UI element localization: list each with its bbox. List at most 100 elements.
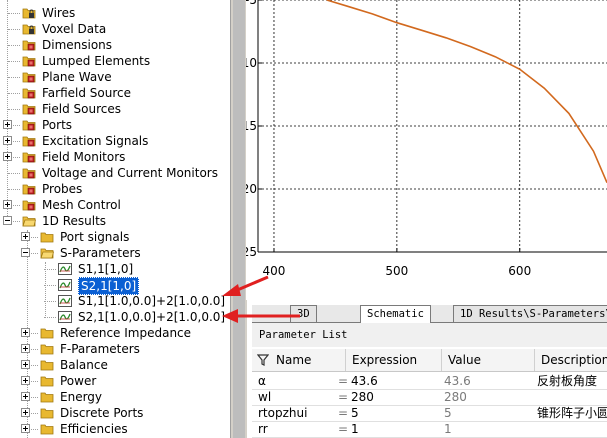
tree-item[interactable]: S-Parameters xyxy=(0,245,230,261)
tree-item-label: 1D Results xyxy=(42,214,107,228)
tree-connector xyxy=(8,173,20,174)
tree-connector xyxy=(8,109,20,110)
tree-item[interactable]: F-Parameters xyxy=(0,341,230,357)
expand-icon[interactable] xyxy=(3,120,12,129)
parameter-value: 5 xyxy=(444,406,452,420)
expand-icon[interactable] xyxy=(21,392,30,401)
parameter-equals: = xyxy=(338,422,349,436)
parameter-expression[interactable]: 5 xyxy=(351,405,359,421)
tree-connector xyxy=(8,13,20,14)
tree-item-label: Field Sources xyxy=(42,102,121,116)
tree-item[interactable]: Balance xyxy=(0,357,230,373)
folder-icon xyxy=(40,422,54,436)
collapse-icon[interactable] xyxy=(21,248,30,257)
tree-connector xyxy=(44,269,56,270)
tree-item-label: S1,1[1,0] xyxy=(78,262,134,276)
x-tick-label: 400 xyxy=(263,264,286,278)
tree-item[interactable]: Farfield Source xyxy=(0,85,230,101)
expand-icon[interactable] xyxy=(3,136,12,145)
expand-icon[interactable] xyxy=(3,200,12,209)
tab-3d[interactable]: 3D xyxy=(290,305,317,322)
folder-red-icon xyxy=(22,38,36,52)
parameter-list-panel: Parameter List Name Expression Value Des… xyxy=(252,323,607,438)
expand-icon[interactable] xyxy=(21,232,30,241)
tree-item[interactable]: S1,1[1,0] xyxy=(0,261,230,277)
tree-item[interactable]: Lumped Elements xyxy=(0,53,230,69)
tree-item[interactable]: Efficiencies xyxy=(0,421,230,437)
tree-connector xyxy=(8,77,20,78)
tree-item[interactable]: Plane Wave xyxy=(0,69,230,85)
parameter-row[interactable]: α = 43.6 43.6 反射板角度 xyxy=(252,373,607,390)
collapse-icon[interactable] xyxy=(3,216,12,225)
expand-icon[interactable] xyxy=(21,360,30,369)
tree-item[interactable]: S2,1[1.0,0.0]+2[1.0,0.0] xyxy=(0,309,230,325)
tab-schematic[interactable]: Schematic xyxy=(360,305,431,323)
tree-item[interactable]: Excitation Signals xyxy=(0,133,230,149)
tree-item-label: Voxel Data xyxy=(42,22,107,36)
folder-red-icon xyxy=(22,70,36,84)
tree-item[interactable]: Ports xyxy=(0,117,230,133)
tree-item-label: Energy xyxy=(60,390,103,404)
expand-icon[interactable] xyxy=(21,328,30,337)
tree-item-label: Plane Wave xyxy=(42,70,112,84)
folder-red-icon xyxy=(22,198,36,212)
tree-item[interactable]: Field Monitors xyxy=(0,149,230,165)
parameter-list-title: Parameter List xyxy=(252,323,607,347)
parameter-row[interactable]: rr = 1 1 xyxy=(252,421,607,438)
folder-red-icon xyxy=(22,150,36,164)
tree-scrollbar[interactable] xyxy=(230,0,247,438)
parameter-name: wl xyxy=(258,390,272,404)
expand-icon[interactable] xyxy=(21,376,30,385)
tree-item[interactable]: Discrete Ports xyxy=(0,405,230,421)
parameter-description: 锥形阵子小圆 xyxy=(537,406,607,420)
y-tick-label: -15 xyxy=(246,119,257,133)
tree-item[interactable]: S1,1[1.0,0.0]+2[1.0,0.0] xyxy=(0,293,230,309)
y-tick-label: -20 xyxy=(246,182,257,196)
parameter-row[interactable]: rtopzhui = 5 5 锥形阵子小圆 xyxy=(252,405,607,422)
tree-item-label: Voltage and Current Monitors xyxy=(42,166,218,180)
tree-item[interactable]: Mesh Control xyxy=(0,197,230,213)
tree-item[interactable]: Voxel Data xyxy=(0,21,230,37)
tree-item[interactable]: 1D Results xyxy=(0,213,230,229)
curve-icon xyxy=(58,310,72,324)
folder-red-icon xyxy=(22,134,36,148)
folder-red-icon xyxy=(22,118,36,132)
sparameter-plot[interactable]: 400 500 600 -5 -10 -15 -20 -25 xyxy=(246,0,607,300)
tree-item-label: Reference Impedance xyxy=(60,326,192,340)
parameter-value: 280 xyxy=(444,390,467,404)
tree-item[interactable]: Power xyxy=(0,373,230,389)
expand-icon[interactable] xyxy=(21,344,30,353)
expand-icon[interactable] xyxy=(21,424,30,433)
tree-item[interactable]: Voltage and Current Monitors xyxy=(0,165,230,181)
filter-icon[interactable] xyxy=(257,353,269,367)
column-value[interactable]: Value xyxy=(442,349,535,371)
parameter-expression[interactable]: 280 xyxy=(351,389,374,405)
navigation-tree: Wires Voxel Data Dimensions Lumped Elements… xyxy=(0,0,230,438)
tree-item[interactable]: S2,1[1,0] xyxy=(0,277,230,295)
parameter-value: 43.6 xyxy=(444,374,471,388)
folder-red-icon xyxy=(22,182,36,196)
parameter-expression[interactable]: 43.6 xyxy=(351,373,378,389)
tree-item[interactable]: Dimensions xyxy=(0,37,230,53)
tree-item-label: S1,1[1.0,0.0]+2[1.0,0.0] xyxy=(78,294,226,308)
column-description[interactable]: Description xyxy=(535,349,607,371)
tree-item-label: Wires xyxy=(42,6,76,20)
tab-1d-results[interactable]: 1D Results\S-Parameters\ xyxy=(453,305,607,322)
scrollbar-thumb[interactable] xyxy=(233,0,245,438)
expand-icon[interactable] xyxy=(21,408,30,417)
parameter-expression[interactable]: 1 xyxy=(351,421,359,437)
tree-connector xyxy=(44,285,56,286)
column-expression[interactable]: Expression xyxy=(346,349,442,371)
expand-icon[interactable] xyxy=(3,152,12,161)
parameter-row[interactable]: wl = 280 280 xyxy=(252,389,607,406)
tree-item[interactable]: Energy xyxy=(0,389,230,405)
tree-item[interactable]: Probes xyxy=(0,181,230,197)
tree-item-label: F-Parameters xyxy=(60,342,140,356)
tree-item[interactable]: Port signals xyxy=(0,229,230,245)
tree-item[interactable]: Field Sources xyxy=(0,101,230,117)
column-name[interactable]: Name xyxy=(252,349,346,371)
tree-item[interactable]: Reference Impedance xyxy=(0,325,230,341)
tree-item[interactable]: Wires xyxy=(0,5,230,21)
folder-red-icon xyxy=(22,54,36,68)
tree-connector xyxy=(8,29,20,30)
